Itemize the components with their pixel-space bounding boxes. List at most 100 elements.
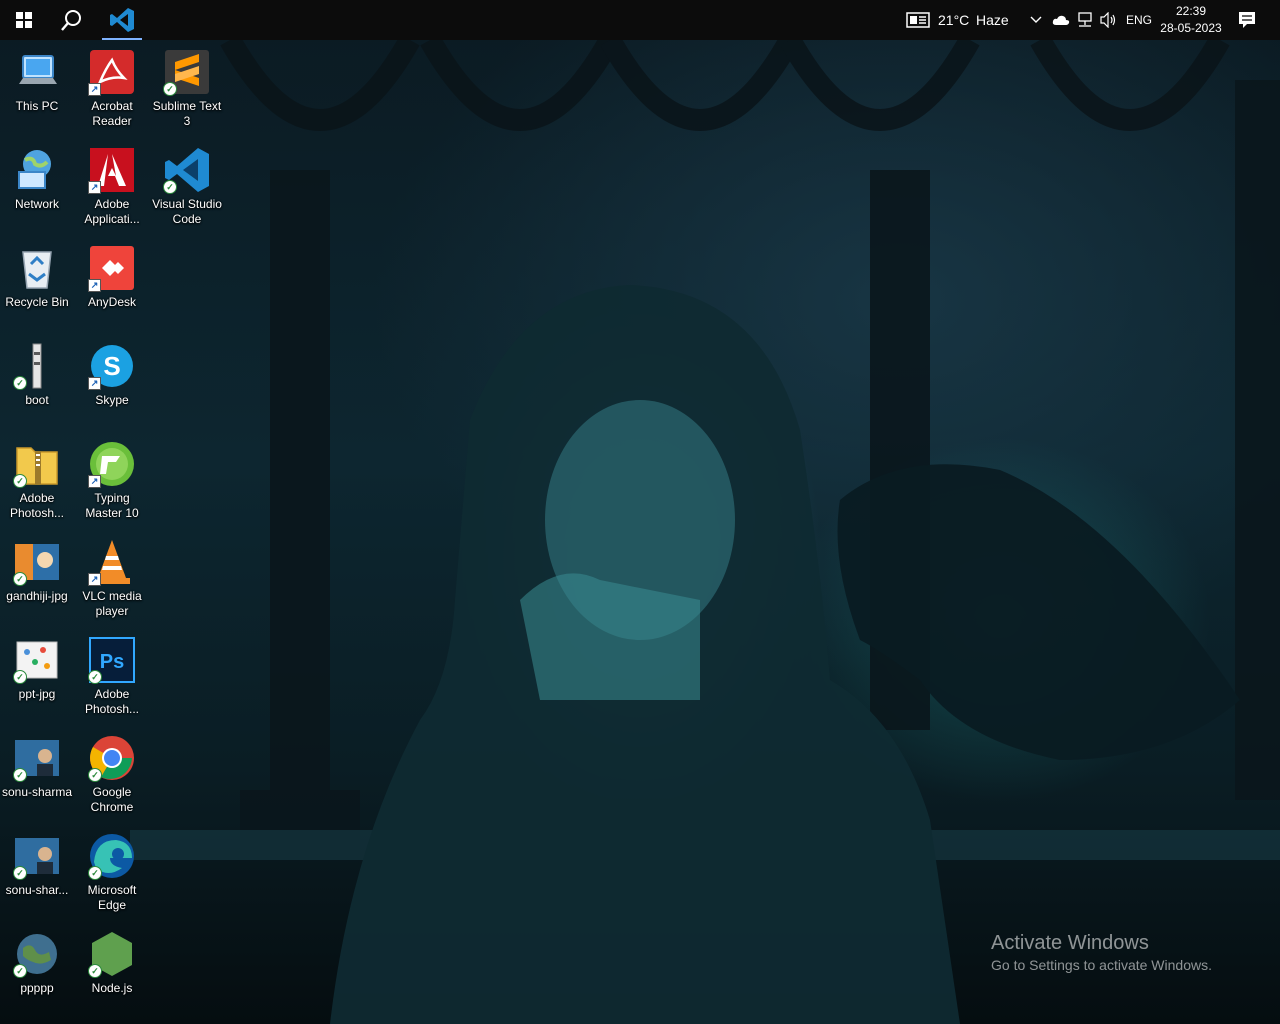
image-file-icon: ✓ bbox=[13, 636, 61, 684]
weather-condition[interactable]: Haze bbox=[976, 0, 1009, 40]
desktop-icon-network[interactable]: Network bbox=[0, 140, 75, 234]
clock[interactable]: 22:39 28-05-2023 bbox=[1160, 3, 1222, 37]
globe-file-icon: ✓ bbox=[13, 930, 61, 978]
taskbar: 21°C Haze ENG 22:39 28-05-2023 bbox=[0, 0, 1280, 40]
vscode-icon bbox=[110, 8, 134, 32]
desktop-icon-sonu-sharma[interactable]: ✓ sonu-sharma bbox=[0, 728, 75, 822]
svg-text:Ps: Ps bbox=[100, 651, 124, 673]
weather-temperature[interactable]: 21°C bbox=[938, 0, 969, 40]
desktop-icon-skype[interactable]: S ↗ Skype bbox=[74, 336, 150, 430]
start-button[interactable] bbox=[0, 0, 48, 40]
sync-status-icon: ✓ bbox=[13, 964, 27, 978]
desktop-icon-vlc[interactable]: ↗ VLC media player bbox=[74, 532, 150, 626]
sync-status-icon: ✓ bbox=[13, 768, 27, 782]
network-tray-button[interactable] bbox=[1074, 0, 1096, 40]
desktop-icon-adobe-applications[interactable]: ↗ Adobe Applicati... bbox=[74, 140, 150, 234]
sync-status-icon: ✓ bbox=[13, 474, 27, 488]
clock-time: 22:39 bbox=[1175, 4, 1207, 18]
news-weather-icon bbox=[906, 12, 930, 28]
sync-status-icon: ✓ bbox=[88, 670, 102, 684]
weather-widget[interactable] bbox=[896, 0, 940, 40]
search-icon bbox=[61, 10, 81, 31]
icon-label: Adobe Applicati... bbox=[84, 197, 140, 226]
desktop-icon-google-chrome[interactable]: ✓ Google Chrome bbox=[74, 728, 150, 822]
skype-icon: S ↗ bbox=[88, 342, 136, 390]
boot-file-icon: ✓ bbox=[13, 342, 61, 390]
shortcut-arrow-icon: ↗ bbox=[88, 279, 101, 292]
watermark-subtitle: Go to Settings to activate Windows. bbox=[991, 957, 1212, 973]
desktop-icon-typing-master[interactable]: ↗ Typing Master 10 bbox=[74, 434, 150, 528]
icon-label: Network bbox=[14, 197, 59, 211]
desktop-icon-gandhiji-jpg[interactable]: ✓ gandhiji-jpg bbox=[0, 532, 75, 626]
desktop-icon-ppt-jpg[interactable]: ✓ ppt-jpg bbox=[0, 630, 75, 724]
desktop-icon-visual-studio-code[interactable]: ✓ Visual Studio Code bbox=[149, 140, 225, 234]
desktop-icon-recycle-bin[interactable]: Recycle Bin bbox=[0, 238, 75, 332]
notification-icon bbox=[1239, 12, 1255, 28]
edge-icon: ✓ bbox=[88, 832, 136, 880]
taskbar-vscode-button[interactable] bbox=[98, 0, 146, 40]
action-center-button[interactable] bbox=[1232, 0, 1262, 40]
icon-label: Sublime Text 3 bbox=[152, 99, 222, 128]
sync-status-icon: ✓ bbox=[13, 670, 27, 684]
image-file-icon: ✓ bbox=[13, 832, 61, 880]
icon-label: gandhiji-jpg bbox=[6, 589, 68, 603]
shortcut-arrow-icon: ↗ bbox=[88, 475, 101, 488]
desktop-icon-sonu-shar[interactable]: ✓ sonu-shar... bbox=[0, 826, 75, 920]
icon-label: Adobe Photosh... bbox=[9, 491, 65, 520]
desktop-icon-sublime-text[interactable]: ✓ Sublime Text 3 bbox=[149, 42, 225, 136]
shortcut-arrow-icon: ↗ bbox=[88, 83, 101, 96]
icon-label: Node.js bbox=[91, 981, 133, 995]
desktop-icon-photoshop[interactable]: Ps ✓ Adobe Photosh... bbox=[74, 630, 150, 724]
icon-label: ppppp bbox=[20, 981, 54, 995]
desktop-icon-this-pc[interactable]: This PC bbox=[0, 42, 75, 136]
desktop-icon-anydesk[interactable]: ↗ AnyDesk bbox=[74, 238, 150, 332]
sync-status-icon: ✓ bbox=[13, 572, 27, 586]
clock-date: 28-05-2023 bbox=[1160, 21, 1222, 35]
network-wired-icon bbox=[1078, 12, 1092, 27]
icon-label: Microsoft Edge bbox=[87, 883, 137, 912]
icon-label: Adobe Photosh... bbox=[84, 687, 140, 716]
shortcut-arrow-icon: ↗ bbox=[88, 377, 101, 390]
icon-label: AnyDesk bbox=[87, 295, 137, 309]
language-indicator[interactable]: ENG bbox=[1126, 0, 1152, 40]
this-pc-icon bbox=[13, 48, 61, 96]
desktop-icon-ppppp[interactable]: ✓ ppppp bbox=[0, 924, 75, 1018]
icon-label: VLC media player bbox=[82, 589, 142, 618]
sync-status-icon: ✓ bbox=[13, 866, 27, 880]
icon-label: Google Chrome bbox=[90, 785, 134, 814]
icon-label: Recycle Bin bbox=[5, 295, 69, 309]
adobe-applications-icon: ↗ bbox=[88, 146, 136, 194]
activation-watermark: Activate Windows Go to Settings to activ… bbox=[991, 932, 1212, 975]
network-icon bbox=[13, 146, 61, 194]
sync-status-icon: ✓ bbox=[88, 768, 102, 782]
shortcut-arrow-icon: ↗ bbox=[88, 573, 101, 586]
icon-label: This PC bbox=[15, 99, 59, 113]
desktop-icon-zip-folder[interactable]: ✓ Adobe Photosh... bbox=[0, 434, 75, 528]
search-button[interactable] bbox=[48, 0, 96, 40]
onedrive-tray-button[interactable] bbox=[1050, 0, 1072, 40]
typing-master-icon: ↗ bbox=[88, 440, 136, 488]
vlc-icon: ↗ bbox=[88, 538, 136, 586]
icon-label: boot bbox=[25, 393, 49, 407]
show-hidden-icons-button[interactable] bbox=[1026, 0, 1046, 40]
icon-label: sonu-sharma bbox=[1, 785, 73, 799]
chevron-up-icon bbox=[1030, 16, 1042, 23]
sync-status-icon: ✓ bbox=[13, 376, 27, 390]
zip-folder-icon: ✓ bbox=[13, 440, 61, 488]
icon-label: sonu-shar... bbox=[5, 883, 69, 897]
volume-tray-button[interactable] bbox=[1098, 0, 1120, 40]
acrobat-reader-icon: ↗ bbox=[88, 48, 136, 96]
chrome-icon: ✓ bbox=[88, 734, 136, 782]
anydesk-icon: ↗ bbox=[88, 244, 136, 292]
sublime-text-icon: ✓ bbox=[163, 48, 211, 96]
icon-label: Acrobat Reader bbox=[91, 99, 133, 128]
desktop-icon-microsoft-edge[interactable]: ✓ Microsoft Edge bbox=[74, 826, 150, 920]
desktop-icon-nodejs[interactable]: ✓ Node.js bbox=[74, 924, 150, 1018]
sync-status-icon: ✓ bbox=[163, 82, 177, 96]
svg-text:S: S bbox=[103, 351, 120, 381]
desktop-icon-acrobat-reader[interactable]: ↗ Acrobat Reader bbox=[74, 42, 150, 136]
sync-status-icon: ✓ bbox=[88, 866, 102, 880]
nodejs-icon: ✓ bbox=[88, 930, 136, 978]
speaker-icon bbox=[1100, 12, 1116, 28]
desktop-icon-boot[interactable]: ✓ boot bbox=[0, 336, 75, 430]
